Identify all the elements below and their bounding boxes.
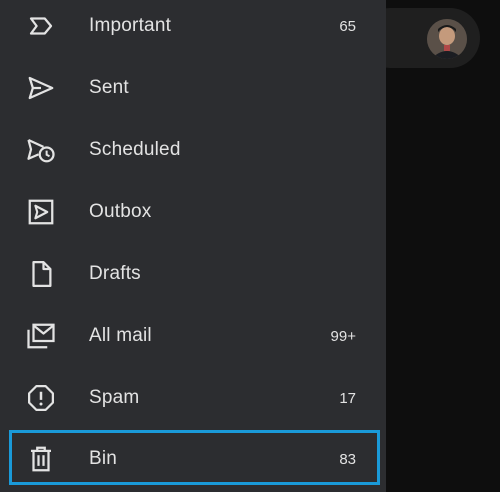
navigation-drawer: Important 65 Sent Scheduled Outbox Draft… xyxy=(0,0,386,492)
nav-item-count: 99+ xyxy=(330,327,356,345)
delete-icon xyxy=(26,444,56,474)
nav-item-drafts[interactable]: Drafts xyxy=(0,243,386,305)
nav-item-important[interactable]: Important 65 xyxy=(0,0,386,57)
nav-item-label: Important xyxy=(89,15,172,36)
nav-item-label: Spam xyxy=(89,387,140,408)
label-important-icon xyxy=(26,11,56,41)
outbox-icon xyxy=(26,197,56,227)
report-icon xyxy=(26,383,56,413)
avatar-photo-icon xyxy=(427,19,467,59)
nav-item-count: 65 xyxy=(339,17,356,35)
nav-item-sent[interactable]: Sent xyxy=(0,57,386,119)
nav-item-label: Drafts xyxy=(89,263,141,284)
nav-item-bin[interactable]: Bin 83 xyxy=(0,428,386,490)
nav-item-label: Scheduled xyxy=(89,139,181,160)
schedule-send-icon xyxy=(26,135,56,165)
nav-item-spam[interactable]: Spam 17 xyxy=(0,367,386,429)
nav-item-all-mail[interactable]: All mail 99+ xyxy=(0,305,386,367)
account-avatar[interactable] xyxy=(427,19,467,59)
nav-item-label: Bin xyxy=(89,448,118,469)
all-mail-icon xyxy=(26,321,56,351)
send-icon xyxy=(26,73,56,103)
nav-item-label: Outbox xyxy=(89,201,152,222)
nav-item-outbox[interactable]: Outbox xyxy=(0,181,386,243)
draft-icon xyxy=(26,259,56,289)
nav-item-label: All mail xyxy=(89,325,152,346)
nav-item-count: 83 xyxy=(339,450,356,468)
nav-item-label: Sent xyxy=(89,77,129,98)
nav-item-count: 17 xyxy=(339,389,356,407)
nav-item-scheduled[interactable]: Scheduled xyxy=(0,119,386,181)
